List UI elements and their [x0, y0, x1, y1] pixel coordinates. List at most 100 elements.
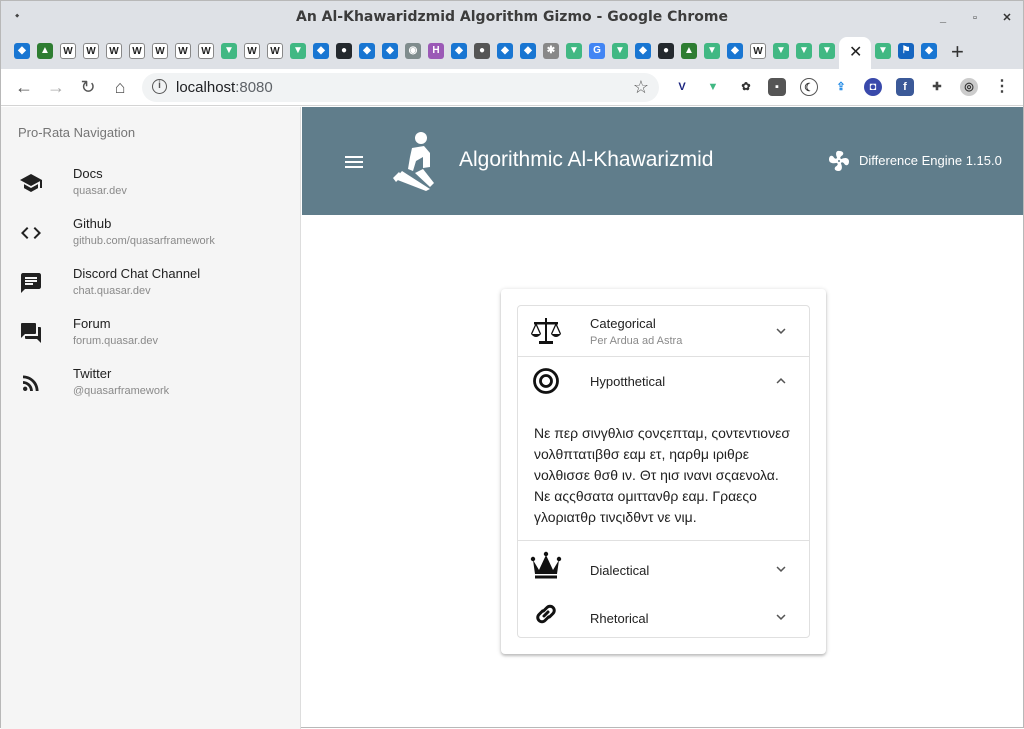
address-bar[interactable]: i localhost:8080 ☆	[142, 73, 659, 102]
browser-menu-icon[interactable]: ⋮	[993, 78, 1011, 96]
link-icon	[536, 604, 556, 624]
accordion-item-hypotthetical[interactable]: Hypotthetical Νε περ σινγθλισ ςονςεπταμ,…	[518, 357, 809, 540]
profile-avatar[interactable]: ◎	[960, 78, 978, 96]
nav-item-caption: github.com/quasarframework	[73, 235, 215, 247]
nav-item-caption: chat.quasar.dev	[73, 285, 151, 297]
chevron-up-icon[interactable]	[772, 372, 790, 390]
chevron-down-icon[interactable]	[772, 322, 790, 340]
tab-quasar-icon[interactable]: ◆	[727, 43, 743, 59]
tab-flag-icon[interactable]: ⚑	[898, 43, 914, 59]
extension-bookmark-icon[interactable]: ◘	[864, 78, 882, 96]
window-title: An Al-Khawaridzmid Algorithm Gizmo - Goo…	[296, 9, 728, 25]
accordion-item-label: Rhetorical	[590, 611, 649, 626]
site-info-icon[interactable]: i	[152, 79, 167, 94]
tab-wikipedia-icon[interactable]: W	[106, 43, 122, 59]
tab-quasar-icon[interactable]: ◆	[635, 43, 651, 59]
accordion-card: Categorical Per Ardua ad Astra Hypotthet…	[501, 289, 826, 654]
rowing-figure-icon	[393, 132, 434, 191]
tab-wikipedia-icon[interactable]: W	[267, 43, 283, 59]
rss-feed-icon	[23, 375, 39, 391]
tab-vue-icon[interactable]: ▼	[875, 43, 891, 59]
tab-wikipedia-icon[interactable]: W	[129, 43, 145, 59]
nav-item-docs[interactable]: Docs quasar.dev	[1, 159, 301, 209]
extension-square-icon[interactable]: ▪	[768, 78, 786, 96]
tab-quasar-icon[interactable]: ◆	[451, 43, 467, 59]
tab-wikipedia-icon[interactable]: W	[198, 43, 214, 59]
tab-page-icon[interactable]: ◉	[405, 43, 421, 59]
chat-icon	[21, 273, 41, 293]
tab-wikipedia-icon[interactable]: W	[83, 43, 99, 59]
home-icon[interactable]: ⌂	[109, 76, 131, 98]
extension-vue-icon[interactable]: ▼	[704, 78, 722, 96]
browser-window: ⬩ An Al-Khawaridzmid Algorithm Gizmo - G…	[0, 0, 1024, 729]
accordion-item-body: Νε περ σινγθλισ ςονςεπταμ, ςοντεντιονεσ …	[534, 425, 790, 525]
tab-vue-icon[interactable]: ▼	[704, 43, 720, 59]
school-icon	[20, 174, 42, 192]
accordion-item-label: Dialectical	[590, 563, 650, 578]
tab-wikipedia-icon[interactable]: W	[175, 43, 191, 59]
app-title: Algorithmic Al-Khawarizmid	[459, 148, 714, 171]
reload-icon[interactable]: ↻	[77, 76, 99, 98]
tab-globe-icon[interactable]: ●	[474, 43, 490, 59]
extensions-puzzle-icon[interactable]: ✚	[928, 78, 946, 96]
nav-item-caption: @quasarframework	[73, 385, 170, 397]
tab-quasar-icon[interactable]: ◆	[497, 43, 513, 59]
chevron-down-icon[interactable]	[772, 608, 790, 626]
tab-h-icon[interactable]: H	[428, 43, 444, 59]
accordion-item-rhetorical[interactable]: Rhetorical	[518, 589, 809, 637]
bookmark-star-icon[interactable]: ☆	[633, 77, 649, 98]
close-window-icon[interactable]: ✕	[999, 10, 1015, 26]
version-label: Difference Engine 1.15.0	[859, 153, 1002, 168]
accordion-item-dialectical[interactable]: Dialectical	[518, 541, 809, 589]
minimize-icon[interactable]: _	[935, 10, 951, 26]
tab-triangle-icon[interactable]: ▲	[681, 43, 697, 59]
navigation-drawer: Pro-Rata Navigation Docs quasar.dev Gith…	[1, 107, 301, 729]
tab-vue-icon[interactable]: ▼	[796, 43, 812, 59]
tab-wikipedia-icon[interactable]: W	[750, 43, 766, 59]
tab-vue-icon[interactable]: ▼	[773, 43, 789, 59]
tab-translate-icon[interactable]: G	[589, 43, 605, 59]
extension-facebook-icon[interactable]: f	[896, 78, 914, 96]
forum-icon	[21, 323, 41, 343]
tab-quasar-icon[interactable]: ◆	[313, 43, 329, 59]
tab-vue-icon[interactable]: ▼	[221, 43, 237, 59]
tab-vue-icon[interactable]: ▼	[819, 43, 835, 59]
extension-moon-icon[interactable]: ☾	[800, 78, 818, 96]
chevron-down-icon[interactable]	[772, 560, 790, 578]
back-arrow-icon[interactable]: ←	[13, 76, 35, 98]
nav-item-label: Docs	[73, 166, 103, 181]
tab-github-icon[interactable]: ●	[336, 43, 352, 59]
tab-quasar-icon[interactable]: ◆	[921, 43, 937, 59]
tab-github-icon[interactable]: ●	[658, 43, 674, 59]
url-text[interactable]: localhost:8080	[176, 79, 273, 96]
nav-item-twitter[interactable]: Twitter @quasarframework	[1, 359, 301, 409]
forward-arrow-icon[interactable]: →	[45, 76, 67, 98]
tab-vue-icon[interactable]: ▼	[290, 43, 306, 59]
balance-scale-icon	[530, 318, 562, 344]
tab-wikipedia-icon[interactable]: W	[244, 43, 260, 59]
accordion-item-categorical[interactable]: Categorical Per Ardua ad Astra	[518, 306, 809, 356]
tab-vue-icon[interactable]: ▼	[612, 43, 628, 59]
nav-item-github[interactable]: Github github.com/quasarframework	[1, 209, 301, 259]
nav-item-label: Twitter	[73, 366, 112, 381]
tab-triangle-icon[interactable]: ▲	[37, 43, 53, 59]
tab-quasar-icon[interactable]: ◆	[14, 43, 30, 59]
extension-v-icon[interactable]: V	[673, 78, 691, 96]
nav-item-caption: quasar.dev	[73, 185, 127, 197]
extension-palette-icon[interactable]: ✿	[737, 78, 755, 96]
nav-item-discord[interactable]: Discord Chat Channel chat.quasar.dev	[1, 259, 301, 309]
tab-wikipedia-icon[interactable]: W	[152, 43, 168, 59]
maximize-icon[interactable]: ▫	[967, 10, 983, 26]
tab-wikipedia-icon[interactable]: W	[60, 43, 76, 59]
tab-quasar-icon[interactable]: ◆	[359, 43, 375, 59]
extension-share-icon[interactable]: ⇪	[832, 78, 850, 96]
nav-item-forum[interactable]: Forum forum.quasar.dev	[1, 309, 301, 359]
accordion-item-label: Hypotthetical	[590, 374, 666, 389]
tab-quasar-icon[interactable]: ◆	[520, 43, 536, 59]
menu-icon[interactable]	[342, 150, 366, 174]
tab-vue-icon[interactable]: ▼	[566, 43, 582, 59]
tab-close-icon[interactable]: ✕	[849, 42, 862, 62]
tab-quasar-icon[interactable]: ◆	[382, 43, 398, 59]
tab-gear-icon[interactable]: ✱	[543, 43, 559, 59]
new-tab-button[interactable]: +	[951, 39, 964, 65]
